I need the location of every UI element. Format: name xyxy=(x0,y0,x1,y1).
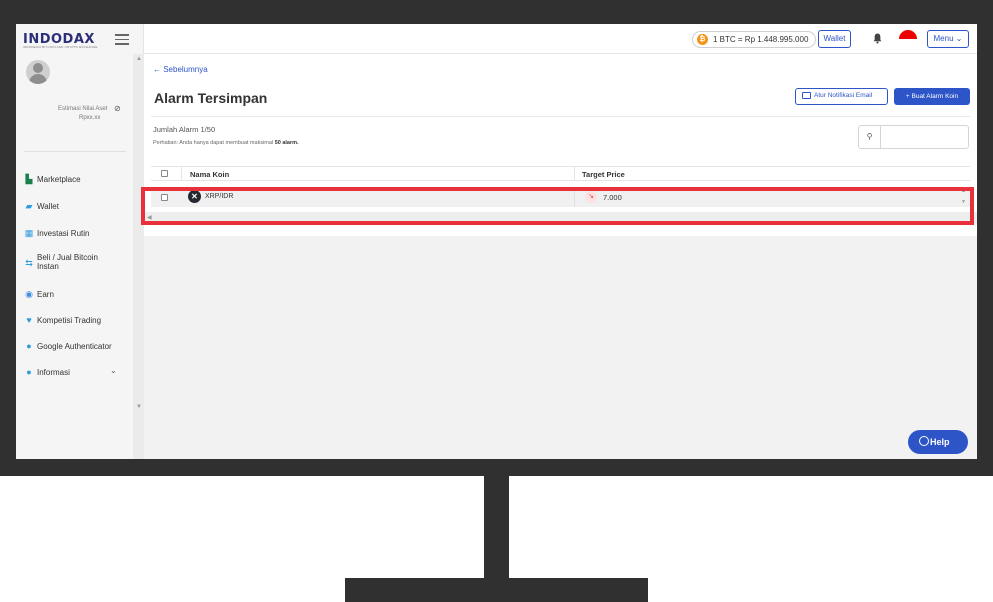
calendar-icon: ▦ xyxy=(24,228,34,238)
column-header-target-price[interactable]: Target Price xyxy=(582,170,625,179)
scroll-right-icon[interactable]: ▶ xyxy=(970,214,975,221)
target-price: 7.000 xyxy=(603,193,622,202)
search-icon[interactable]: ⚲ xyxy=(859,126,881,148)
email-notification-button[interactable]: Atur Notifikasi Email xyxy=(795,88,888,105)
horizontal-scrollbar[interactable]: ◀ ▶ xyxy=(144,212,977,224)
bitcoin-icon: ₿ xyxy=(697,34,708,45)
trend-down-icon: ↘ xyxy=(585,191,597,203)
chevron-down-icon: ⌄ xyxy=(110,366,117,375)
column-divider xyxy=(574,187,575,207)
sidebar-item-wallet[interactable]: ▰ Wallet xyxy=(16,198,132,216)
sidebar-scrollbar[interactable]: ▲ ▼ xyxy=(133,54,144,459)
coin-pair: XRP/IDR xyxy=(205,193,234,200)
btc-price-text: 1 BTC = Rp 1.448.995.000 xyxy=(713,35,809,44)
sidebar-item-marketplace[interactable]: ▙ Marketplace xyxy=(16,171,132,189)
info-icon: ● xyxy=(26,367,32,377)
card-divider xyxy=(151,116,970,117)
sidebar-item-label: Wallet xyxy=(37,202,59,211)
email-notification-label: Atur Notifikasi Email xyxy=(814,92,873,99)
sidebar-item-kompetisi-trading[interactable]: ♥ Kompetisi Trading xyxy=(16,312,132,330)
sidebar-item-label: Marketplace xyxy=(37,175,81,184)
sidebar-divider xyxy=(24,151,126,152)
sidebar-item-label: Informasi xyxy=(37,368,70,377)
alarm-notice: Perhatian: Anda hanya dapat membuat maks… xyxy=(153,140,299,146)
monitor-stand-base xyxy=(345,578,648,602)
page-title: Alarm Tersimpan xyxy=(154,90,268,106)
trophy-icon: ♥ xyxy=(26,315,32,325)
sidebar-item-google-authenticator[interactable]: ● Google Authenticator xyxy=(16,338,132,356)
search-input[interactable] xyxy=(882,127,966,147)
wallet-button[interactable]: Wallet xyxy=(818,30,851,48)
back-link[interactable]: ← Sebelumnya xyxy=(153,65,208,74)
column-divider xyxy=(574,167,575,181)
sidebar-item-label: Earn xyxy=(37,290,54,299)
hamburger-icon[interactable] xyxy=(115,34,129,45)
sidebar-item-label: Kompetisi Trading xyxy=(37,316,102,325)
wallet-icon: ▰ xyxy=(25,201,33,211)
notice-text: Perhatian: Anda hanya dapat membuat maks… xyxy=(153,140,274,146)
sidebar-item-label: Investasi Rutin xyxy=(37,229,90,238)
sidebar-item-investasi-rutin[interactable]: ▦ Investasi Rutin xyxy=(16,225,132,243)
xrp-icon: ✕ xyxy=(188,190,201,203)
menu-label: Menu xyxy=(933,34,954,43)
select-all-checkbox[interactable] xyxy=(161,170,168,177)
asset-estimate-value: Rpxx.xx xyxy=(79,115,101,121)
bell-icon[interactable] xyxy=(873,33,882,44)
chat-icon xyxy=(919,436,929,446)
authenticator-icon: ● xyxy=(26,341,32,351)
table-row[interactable]: ✕ XRP/IDR ↘ 7.000 ▲ ▼ xyxy=(151,187,970,207)
main-content: ← Sebelumnya Alarm Tersimpan Atur Notifi… xyxy=(144,54,977,459)
eye-slash-icon[interactable]: ⊘ xyxy=(114,104,121,113)
scroll-down-icon[interactable]: ▼ xyxy=(961,199,966,205)
alarm-count: Jumlah Alarm 1/50 xyxy=(153,125,216,134)
chevron-down-icon: ⌄ xyxy=(955,34,963,43)
table-header: Nama Koin Target Price xyxy=(151,166,970,181)
logo-area: INDODAX INDONESIA BITCOIN AND CRYPTO EXC… xyxy=(16,24,144,54)
sidebar-item-beli-jual[interactable]: ⇆ Beli / Jual Bitcoin Instan xyxy=(16,252,132,276)
asset-estimate-label: Estimasi Nilai Aset xyxy=(58,106,108,112)
column-divider xyxy=(181,167,182,181)
top-bar: INDODAX INDONESIA BITCOIN AND CRYPTO EXC… xyxy=(16,24,977,54)
logo-tagline: INDONESIA BITCOIN AND CRYPTO EXCHANGE xyxy=(23,45,98,49)
menu-button[interactable]: Menu ⌄ xyxy=(927,30,969,48)
search-box: ⚲ xyxy=(858,125,969,149)
help-label: Help xyxy=(930,437,950,447)
sidebar-item-label: Google Authenticator xyxy=(37,342,112,351)
create-alarm-button[interactable]: + Buat Alarm Koin xyxy=(894,88,970,105)
btc-price-pill[interactable]: ₿ 1 BTC = Rp 1.448.995.000 xyxy=(692,31,817,48)
sidebar-item-label: Beli / Jual Bitcoin Instan xyxy=(37,253,98,271)
monitor-stand-neck xyxy=(484,476,509,578)
monitor-bezel: INDODAX INDONESIA BITCOIN AND CRYPTO EXC… xyxy=(0,0,993,476)
column-header-coin[interactable]: Nama Koin xyxy=(190,170,229,179)
alarm-card: ← Sebelumnya Alarm Tersimpan Atur Notifi… xyxy=(144,54,977,236)
sidebar: Estimasi Nilai Aset ⊘ Rpxx.xx ▙ Marketpl… xyxy=(16,54,144,459)
scroll-down-icon[interactable]: ▼ xyxy=(136,404,142,410)
indonesia-flag-icon[interactable] xyxy=(899,30,917,44)
chart-icon: ▙ xyxy=(25,174,33,184)
scroll-up-icon[interactable]: ▲ xyxy=(136,56,142,62)
row-checkbox[interactable] xyxy=(161,194,168,201)
sidebar-item-informasi[interactable]: ● Informasi ⌄ xyxy=(16,364,132,382)
screen: INDODAX INDONESIA BITCOIN AND CRYPTO EXC… xyxy=(16,24,977,459)
scroll-left-icon[interactable]: ◀ xyxy=(147,214,152,221)
notice-bold: 50 alarm. xyxy=(274,140,299,146)
scroll-up-icon[interactable]: ▲ xyxy=(961,188,966,194)
earn-icon: ◉ xyxy=(25,289,33,299)
exchange-icon: ⇆ xyxy=(25,258,33,268)
avatar[interactable] xyxy=(26,60,50,84)
mail-icon xyxy=(802,92,811,99)
help-button[interactable]: Help xyxy=(908,430,968,454)
monitor: INDODAX INDONESIA BITCOIN AND CRYPTO EXC… xyxy=(0,0,993,602)
sidebar-item-earn[interactable]: ◉ Earn xyxy=(16,286,132,304)
